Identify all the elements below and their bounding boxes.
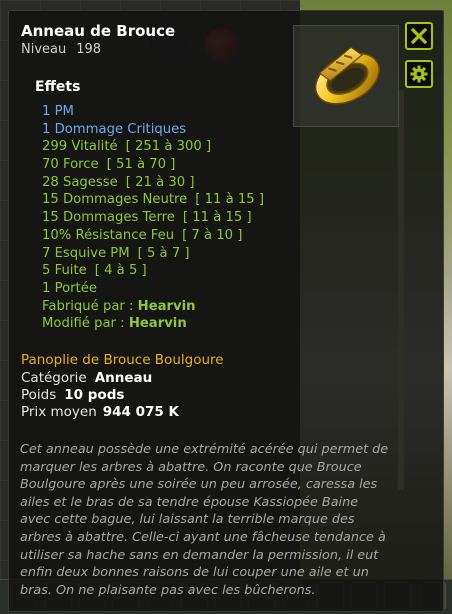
item-level: Niveau 198 bbox=[21, 42, 101, 57]
effect-range: [ 21 à 30 ] bbox=[125, 174, 195, 190]
effect-line: 1 Portée bbox=[42, 280, 264, 298]
effect-text: 1 PM bbox=[42, 104, 74, 119]
effect-range: [ 5 à 7 ] bbox=[137, 245, 190, 261]
category-row: Catégorie Anneau bbox=[21, 370, 152, 386]
close-button[interactable] bbox=[405, 22, 433, 50]
item-tooltip: Anneau de Brouce Niveau 198 Effets 1 PM … bbox=[8, 10, 444, 612]
effect-line: 1 Dommage Critiques bbox=[42, 121, 264, 139]
effect-text: 7 Esquive PM bbox=[42, 245, 130, 261]
effect-text: 10% Résistance Feu bbox=[42, 227, 175, 243]
effect-text: 1 Dommage Critiques bbox=[42, 121, 187, 137]
item-level-value: 198 bbox=[76, 42, 102, 57]
effect-range: [ 251 à 300 ] bbox=[125, 139, 212, 155]
modified-by-name: Hearvin bbox=[128, 316, 187, 332]
gold-ring-icon bbox=[314, 46, 380, 105]
modified-by-label: Modifié par : bbox=[42, 316, 125, 332]
effect-range: [ 11 à 15 ] bbox=[195, 192, 264, 208]
effect-line: 15 Dommages Terre [ 11 à 15 ] bbox=[42, 209, 264, 227]
effect-text: 15 Dommages Terre bbox=[42, 210, 175, 226]
panoply-link[interactable]: Panoplie de Brouce Boulgoure bbox=[21, 352, 224, 368]
category-label: Catégorie bbox=[21, 370, 87, 386]
item-level-label: Niveau bbox=[21, 42, 67, 57]
crafted-by-name: Hearvin bbox=[137, 298, 196, 314]
crafted-by-label: Fabriqué par : bbox=[42, 298, 134, 314]
effect-text: 70 Force bbox=[42, 157, 99, 173]
effect-range: [ 51 à 70 ] bbox=[106, 157, 176, 173]
effect-text: 15 Dommages Neutre bbox=[42, 192, 188, 208]
price-label: Prix moyen bbox=[21, 404, 97, 420]
item-name: Anneau de Brouce bbox=[21, 22, 176, 40]
effect-range: [ 4 à 5 ] bbox=[94, 263, 147, 279]
item-description: Cet anneau possède une extrémité acérée … bbox=[20, 442, 389, 598]
effect-range: [ 7 à 10 ] bbox=[182, 227, 243, 243]
effect-text: 1 Portée bbox=[42, 280, 97, 296]
effect-text: 299 Vitalité bbox=[42, 139, 118, 155]
effect-line: 7 Esquive PM [ 5 à 7 ] bbox=[42, 245, 264, 263]
close-icon bbox=[411, 28, 427, 44]
price-value: 944 075 K bbox=[102, 404, 179, 420]
effects-heading: Effets bbox=[35, 79, 81, 95]
settings-button[interactable] bbox=[405, 60, 433, 88]
weight-row: Poids 10 pods bbox=[21, 387, 124, 403]
effect-text: 5 Fuite bbox=[42, 263, 87, 279]
effect-line: 5 Fuite [ 4 à 5 ] bbox=[42, 262, 264, 280]
effect-line: 299 Vitalité [ 251 à 300 ] bbox=[42, 138, 264, 156]
effect-line: 15 Dommages Neutre [ 11 à 15 ] bbox=[42, 191, 264, 209]
price-row: Prix moyen 944 075 K bbox=[21, 404, 179, 420]
effect-line: 10% Résistance Feu [ 7 à 10 ] bbox=[42, 227, 264, 245]
item-image-frame bbox=[293, 25, 399, 127]
gear-icon bbox=[410, 65, 428, 83]
weight-label: Poids bbox=[21, 387, 57, 403]
effect-line: 1 PM bbox=[42, 103, 264, 121]
effect-line: 70 Force [ 51 à 70 ] bbox=[42, 156, 264, 174]
crafted-by-line: Fabriqué par : Hearvin bbox=[42, 298, 264, 316]
weight-value: 10 pods bbox=[64, 387, 125, 403]
category-value: Anneau bbox=[94, 370, 153, 386]
effect-text: 28 Sagesse bbox=[42, 174, 118, 190]
effects-list: 1 PM 1 Dommage Critiques 299 Vitalité [ 2… bbox=[42, 103, 264, 333]
effect-line: 28 Sagesse [ 21 à 30 ] bbox=[42, 174, 264, 192]
modified-by-line: Modifié par : Hearvin bbox=[42, 315, 264, 333]
effect-range: [ 11 à 15 ] bbox=[182, 210, 252, 226]
